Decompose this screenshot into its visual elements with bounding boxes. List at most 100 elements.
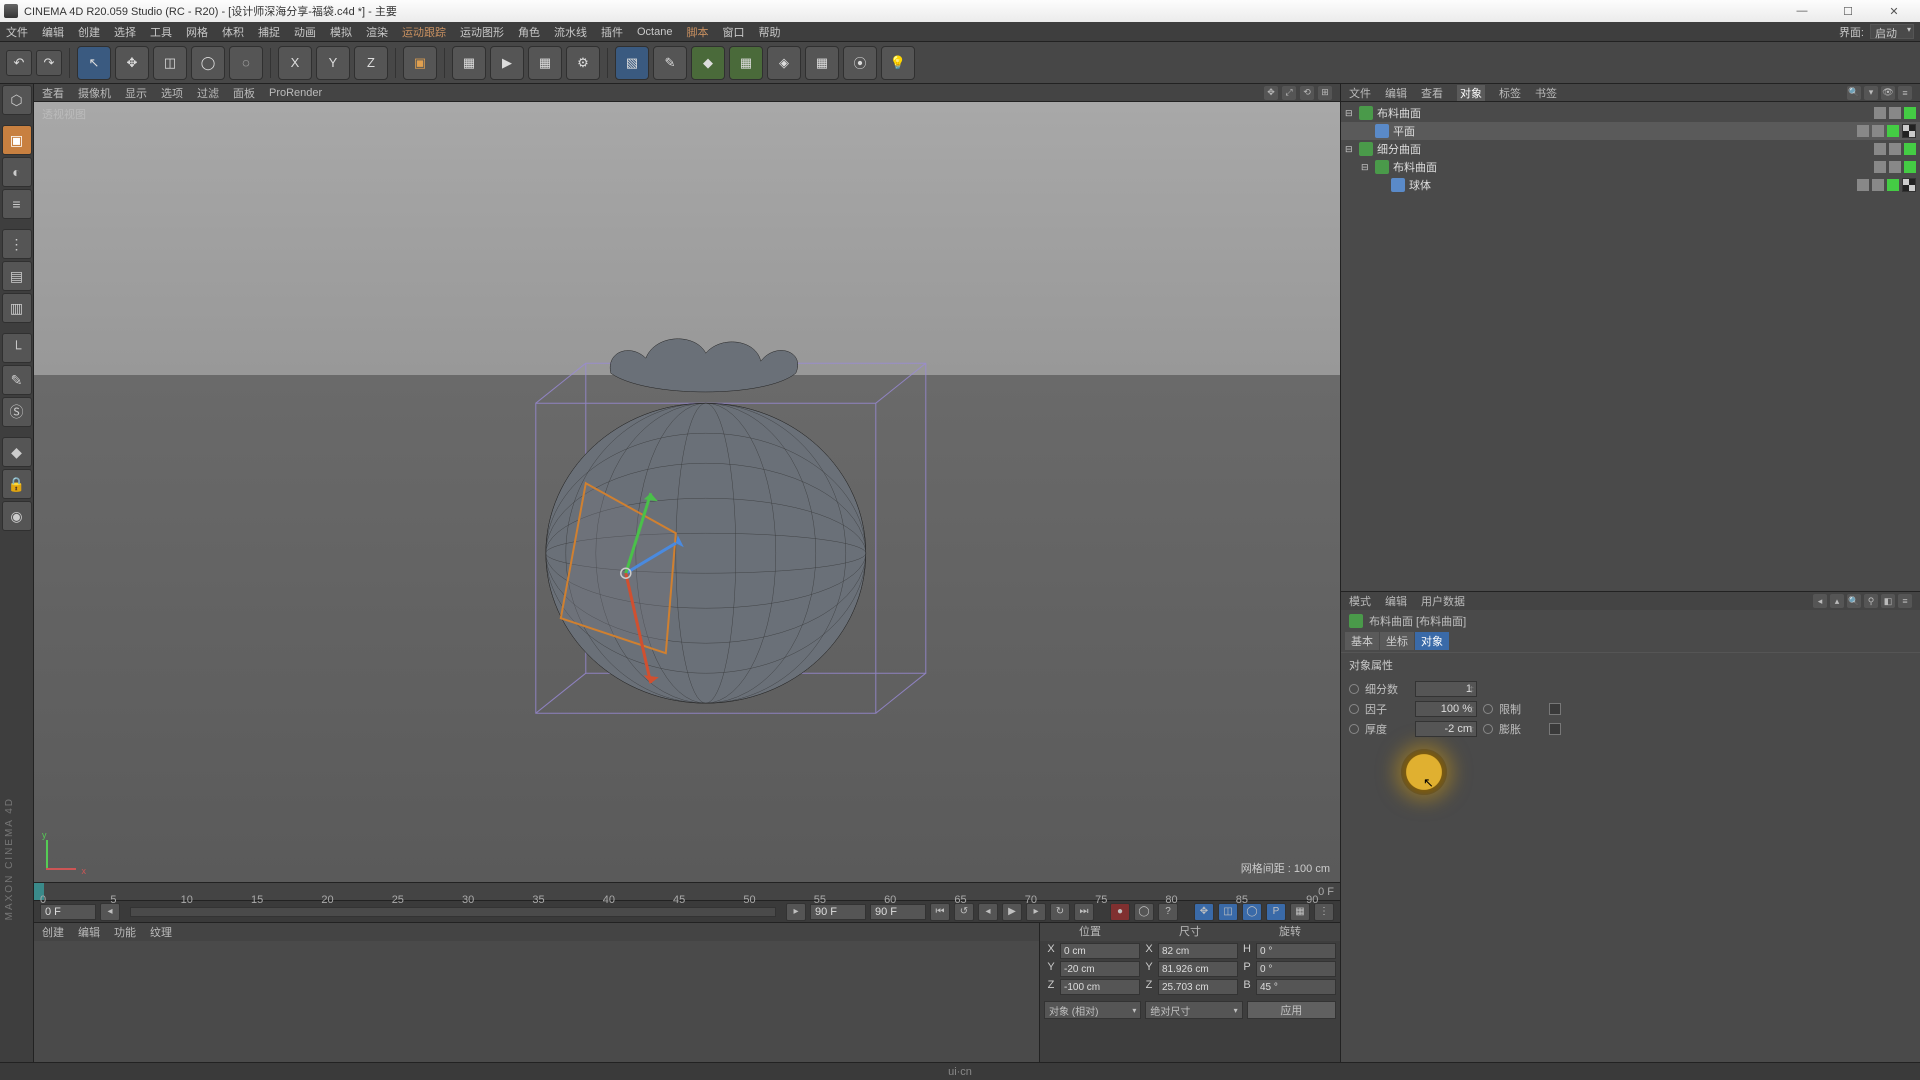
objtab-文件[interactable]: 文件 [1349,85,1371,101]
matmenu-功能[interactable]: 功能 [114,924,136,940]
menu-网格[interactable]: 网格 [186,24,208,40]
apply-button[interactable]: 应用 [1247,1001,1336,1019]
eye-icon[interactable]: 👁 [1881,86,1895,100]
tree-item-布料曲面[interactable]: ⊟布料曲面 [1341,158,1920,176]
menu-帮助[interactable]: 帮助 [758,24,780,40]
tree-item-平面[interactable]: 平面 [1341,122,1920,140]
autokey-button[interactable]: ◯ [1134,903,1154,921]
size-X[interactable]: 82 cm [1158,943,1238,959]
menu-模拟[interactable]: 模拟 [330,24,352,40]
vp-pan-icon[interactable]: ✥ [1264,86,1278,100]
light-tool[interactable]: 💡 [881,46,915,80]
make-editable[interactable]: ⬡ [2,85,32,115]
vp-zoom-icon[interactable]: ⤢ [1282,86,1296,100]
keyframe-dot[interactable] [1483,724,1493,734]
z-axis-button[interactable]: Z [354,46,388,80]
cube-primitive[interactable]: ▣ [403,46,437,80]
viewport[interactable]: 透视视图 [34,102,1340,882]
scale-tool[interactable]: ◫ [153,46,187,80]
frame-total-field[interactable]: 90 F [870,904,926,920]
keyframe-dot[interactable] [1349,724,1359,734]
x-axis-button[interactable]: X [278,46,312,80]
soft-select[interactable]: ◉ [2,501,32,531]
menu-窗口[interactable]: 窗口 [722,24,744,40]
workplane-mode[interactable]: ≡ [2,189,32,219]
viewmenu-选项[interactable]: 选项 [161,85,183,101]
menu-捕捉[interactable]: 捕捉 [258,24,280,40]
redo-button[interactable]: ↷ [36,50,62,76]
rotate-tool[interactable]: ◯ [191,46,225,80]
y-axis-button[interactable]: Y [316,46,350,80]
lasso-tool[interactable]: ◌ [229,46,263,80]
attrtab-对象[interactable]: 对象 [1415,632,1449,650]
viewmenu-查看[interactable]: 查看 [42,85,64,101]
menu-流水线[interactable]: 流水线 [554,24,587,40]
size-mode-combo[interactable]: 绝对尺寸 [1145,1001,1242,1019]
model-mode[interactable]: ▣ [2,125,32,155]
menu-文件[interactable]: 文件 [6,24,28,40]
viewmenu-ProRender[interactable]: ProRender [269,87,322,99]
material-list[interactable] [34,941,1039,1062]
viewport-solo[interactable]: ◆ [2,437,32,467]
key-param[interactable]: P [1266,903,1286,921]
frame-start-field[interactable]: 0 F [40,904,96,920]
menu-体积[interactable]: 体积 [222,24,244,40]
keyframe-dot[interactable] [1349,684,1359,694]
frame-end-field[interactable]: 90 F [810,904,866,920]
menu-渲染[interactable]: 渲染 [366,24,388,40]
menu-运动跟踪[interactable]: 运动跟踪 [402,24,446,40]
rot-B[interactable]: 45 ° [1256,979,1336,995]
layout-combo[interactable]: 启动 [1870,24,1914,39]
maximize-button[interactable]: ☐ [1826,1,1870,21]
attr-value-field[interactable]: 1 [1415,681,1477,697]
close-button[interactable]: ✕ [1872,1,1916,21]
polygon-mode[interactable]: ▥ [2,293,32,323]
undo-button[interactable]: ↶ [6,50,32,76]
viewmenu-显示[interactable]: 显示 [125,85,147,101]
texture-mode[interactable]: ◐ [2,157,32,187]
attr-lock-icon[interactable]: ⚲ [1864,594,1878,608]
goto-end[interactable]: ⏭ [1074,903,1094,921]
deformer-tool[interactable]: ▦ [729,46,763,80]
cube-tool[interactable]: ▧ [615,46,649,80]
menu-工具[interactable]: 工具 [150,24,172,40]
tree-item-球体[interactable]: 球体 [1341,176,1920,194]
menu-脚本[interactable]: 脚本 [686,24,708,40]
coord-mode-combo[interactable]: 对象 (相对) [1044,1001,1141,1019]
render-region[interactable]: ▦ [528,46,562,80]
size-Z[interactable]: 25.703 cm [1158,979,1238,995]
minimize-button[interactable]: — [1780,1,1824,21]
key-pos[interactable]: ✥ [1194,903,1214,921]
tree-item-细分曲面[interactable]: ⊟细分曲面 [1341,140,1920,158]
goto-start[interactable]: ⏮ [930,903,950,921]
snap-mode[interactable]: Ⓢ [2,397,32,427]
render-view[interactable]: ▦ [452,46,486,80]
timeline-ruler[interactable]: 051015202530354045505560657075808590 0 F [34,882,1340,900]
menu-Octane[interactable]: Octane [637,26,672,38]
attr-up-icon[interactable]: ▴ [1830,594,1844,608]
objtab-对象[interactable]: 对象 [1457,85,1485,101]
array-tool[interactable]: ◈ [767,46,801,80]
panel-menu-icon[interactable]: ≡ [1898,86,1912,100]
matmenu-编辑[interactable]: 编辑 [78,924,100,940]
keyframe-dot[interactable] [1483,704,1493,714]
size-Y[interactable]: 81.926 cm [1158,961,1238,977]
viewmenu-面板[interactable]: 面板 [233,85,255,101]
attrmenu-编辑[interactable]: 编辑 [1385,593,1407,609]
filter-icon[interactable]: ▾ [1864,86,1878,100]
pos-X[interactable]: 0 cm [1060,943,1140,959]
objtab-编辑[interactable]: 编辑 [1385,85,1407,101]
generator-tool[interactable]: ◆ [691,46,725,80]
attr-value-field[interactable]: -2 cm [1415,721,1477,737]
select-tool[interactable]: ↖ [77,46,111,80]
attr-menu-icon[interactable]: ≡ [1898,594,1912,608]
tree-item-布料曲面[interactable]: ⊟布料曲面 [1341,104,1920,122]
prev-frame[interactable]: ◂ [978,903,998,921]
vp-rotate-icon[interactable]: ⟲ [1300,86,1314,100]
menu-动画[interactable]: 动画 [294,24,316,40]
rot-P[interactable]: 0 ° [1256,961,1336,977]
attr-back-icon[interactable]: ◂ [1813,594,1827,608]
next-key[interactable]: ↻ [1050,903,1070,921]
attrmenu-用户数据[interactable]: 用户数据 [1421,593,1465,609]
play-button[interactable]: ▶ [1002,903,1022,921]
